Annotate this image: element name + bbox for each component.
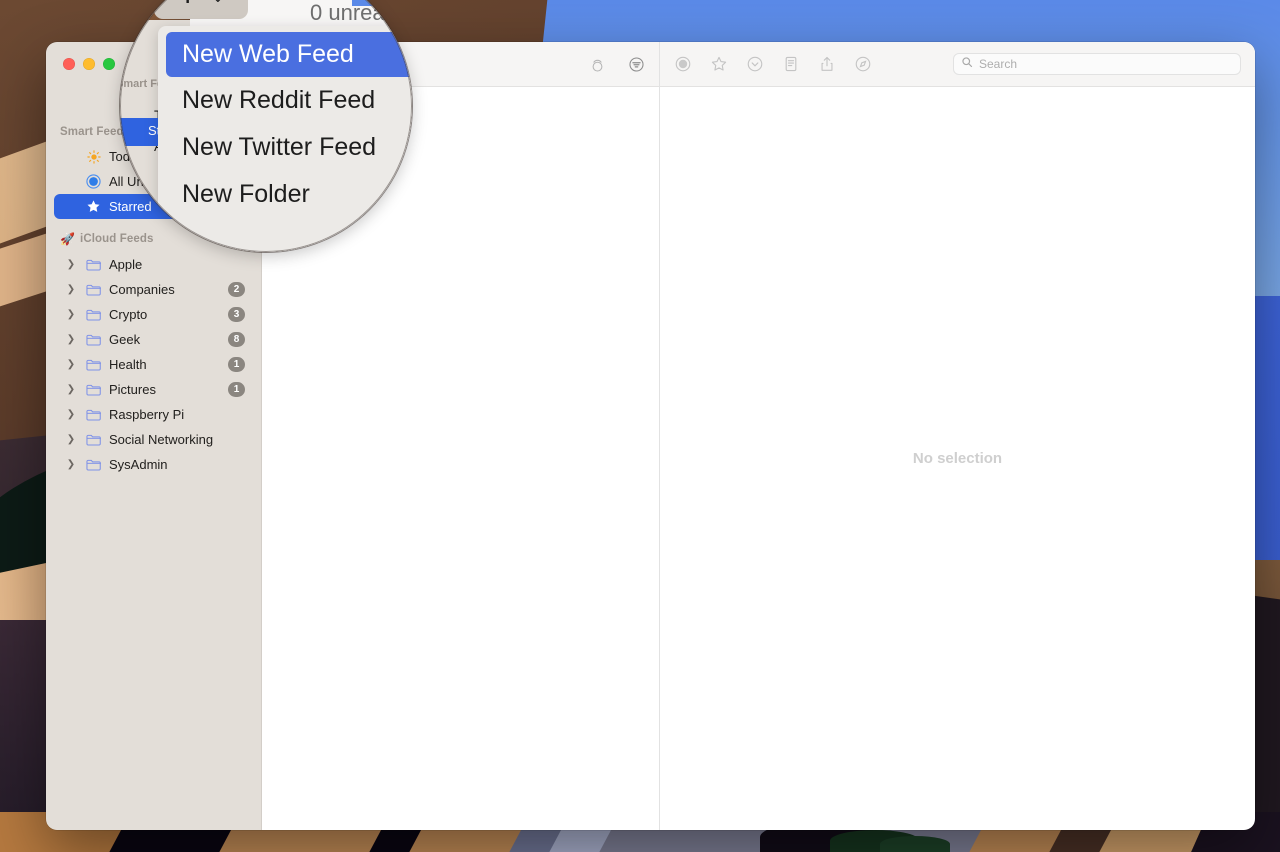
window-traffic-lights[interactable] — [63, 58, 115, 70]
zoom-button[interactable] — [103, 58, 115, 70]
menu-item-new-reddit-feed[interactable]: New Reddit Feed — [158, 77, 412, 124]
mark-all-read-icon[interactable] — [589, 56, 606, 73]
article-detail-pane: Search No selection — [660, 42, 1255, 830]
chevron-down-icon: ⌄ — [212, 0, 225, 5]
sidebar-item-raspberry-pi[interactable]: ❯ Raspberry Pi — [54, 402, 253, 427]
detail-toolbar: Search — [660, 42, 1255, 87]
sidebar-item-label: Geek — [109, 332, 141, 347]
chevron-right-icon[interactable]: ❯ — [64, 284, 78, 295]
folder-icon — [85, 408, 102, 422]
sun-icon — [85, 149, 102, 164]
sidebar-item-label: Health — [109, 357, 147, 372]
chevron-right-icon[interactable]: ❯ — [64, 334, 78, 345]
plus-icon: + — [178, 0, 198, 12]
chevron-right-icon[interactable]: ❯ — [64, 384, 78, 395]
folder-icon — [85, 333, 102, 347]
sidebar-item-apple[interactable]: ❯ Apple — [54, 252, 253, 277]
chevron-right-icon[interactable]: ❯ — [64, 359, 78, 370]
sidebar-item-label: SysAdmin — [109, 457, 168, 472]
unread-count-badge: 1 — [228, 382, 245, 397]
chevron-right-icon[interactable]: ❯ — [64, 459, 78, 470]
sidebar-item-companies[interactable]: ❯ Companies 2 — [54, 277, 253, 302]
minimize-button[interactable] — [83, 58, 95, 70]
menu-item-new-twitter-feed[interactable]: New Twitter Feed — [158, 124, 412, 171]
folder-icon — [85, 308, 102, 322]
add-feed-dropdown-menu[interactable]: New Web Feed New Reddit Feed New Twitter… — [158, 26, 412, 252]
menu-item-new-folder[interactable]: New Folder — [158, 171, 412, 218]
chevron-right-icon[interactable]: ❯ — [64, 259, 78, 270]
chevron-right-icon[interactable]: ❯ — [64, 409, 78, 420]
sidebar-item-label: Pictures — [109, 382, 156, 397]
sidebar-item-health[interactable]: ❯ Health 1 — [54, 352, 253, 377]
open-in-browser-icon[interactable] — [854, 55, 872, 73]
unread-count-badge: 2 — [228, 282, 245, 297]
folder-icon — [85, 433, 102, 447]
magnified-item-apple: le — [120, 218, 127, 234]
magnifier-lens: Smart Feeds Today All Unr Starred Feeds … — [120, 0, 412, 252]
sidebar-item-social-networking[interactable]: ❯ Social Networking — [54, 427, 253, 452]
search-icon — [961, 55, 973, 73]
mark-read-icon[interactable] — [674, 55, 692, 73]
sidebar-item-label: Apple — [109, 257, 143, 272]
folder-icon — [85, 358, 102, 372]
magnified-unread-status: 0 unread — [310, 0, 397, 25]
empty-state-message: No selection — [912, 450, 1003, 467]
search-placeholder: Search — [979, 57, 1018, 71]
search-input[interactable]: Search — [953, 53, 1241, 75]
chevron-right-icon[interactable]: ❯ — [64, 309, 78, 320]
unread-count-badge: 1 — [228, 357, 245, 372]
filter-icon[interactable] — [628, 56, 645, 73]
sidebar-item-pictures[interactable]: ❯ Pictures 1 — [54, 377, 253, 402]
menu-item-new-web-feed[interactable]: New Web Feed — [166, 32, 412, 77]
mark-below-read-icon[interactable] — [746, 55, 764, 73]
sidebar-item-crypto[interactable]: ❯ Crypto 3 — [54, 302, 253, 327]
star-icon — [85, 199, 102, 214]
unread-circle-icon — [85, 174, 102, 189]
folder-icon — [85, 258, 102, 272]
rocket-icon: 🚀 — [60, 232, 76, 246]
sidebar-item-label: Crypto — [109, 307, 148, 322]
star-icon[interactable] — [710, 55, 728, 73]
sidebar-item-label: Raspberry Pi — [109, 407, 185, 422]
sidebar-item-label: Companies — [109, 282, 175, 297]
share-icon[interactable] — [818, 55, 836, 73]
close-button[interactable] — [63, 58, 75, 70]
folder-icon — [85, 458, 102, 472]
folder-icon — [85, 383, 102, 397]
unread-count-badge: 8 — [228, 332, 245, 347]
magnified-section-icloud: Feeds — [120, 192, 148, 204]
sidebar-item-geek[interactable]: ❯ Geek 8 — [54, 327, 253, 352]
unread-count-badge: 3 — [228, 307, 245, 322]
add-feed-button[interactable]: + ⌄ — [154, 0, 248, 19]
folder-icon — [85, 283, 102, 297]
chevron-right-icon[interactable]: ❯ — [64, 434, 78, 445]
article-icon[interactable] — [782, 55, 800, 73]
sidebar-item-label: Social Networking — [109, 432, 214, 447]
sidebar-item-sysadmin[interactable]: ❯ SysAdmin — [54, 452, 253, 477]
